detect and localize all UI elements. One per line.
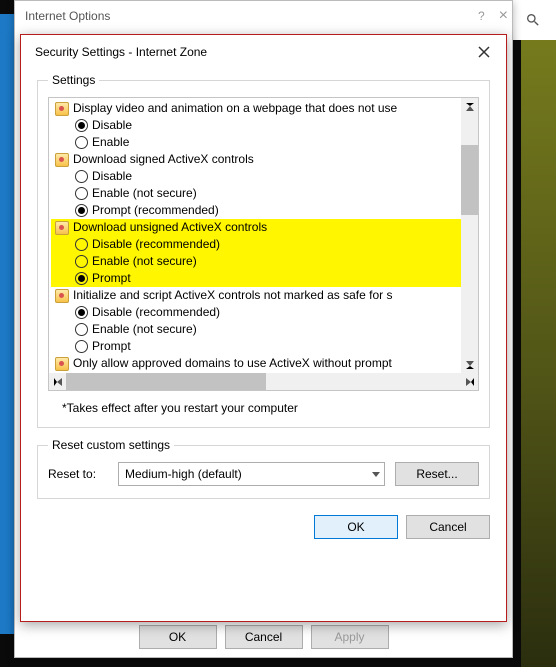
vertical-scrollbar[interactable] xyxy=(461,98,478,373)
settings-fieldset: Settings Display video and animation on … xyxy=(37,73,490,428)
vertical-scroll-thumb[interactable] xyxy=(461,145,478,215)
settings-group: Display video and animation on a webpage… xyxy=(51,100,461,117)
settings-group-label: Only allow approved domains to use Activ… xyxy=(73,355,392,372)
settings-option-label: Disable (recommended) xyxy=(92,304,220,321)
radio-icon[interactable] xyxy=(75,136,88,149)
radio-icon[interactable] xyxy=(75,119,88,132)
horizontal-scrollbar[interactable] xyxy=(49,373,478,390)
settings-group-label: Initialize and script ActiveX controls n… xyxy=(73,287,392,304)
settings-option[interactable]: Prompt xyxy=(51,338,461,355)
settings-option[interactable]: Prompt (recommended) xyxy=(51,202,461,219)
settings-option[interactable]: Disable xyxy=(51,117,461,134)
activex-icon xyxy=(55,221,69,235)
settings-tree-viewport[interactable]: Display video and animation on a webpage… xyxy=(49,98,461,373)
scroll-right-arrow-icon[interactable] xyxy=(461,373,478,390)
browser-search-box[interactable] xyxy=(510,0,556,40)
close-icon xyxy=(478,46,490,58)
settings-option-label: Enable (not secure) xyxy=(92,321,197,338)
internet-options-title: Internet Options xyxy=(15,1,512,31)
scroll-up-arrow-icon[interactable] xyxy=(461,98,478,115)
settings-group: Only allow approved domains to use Activ… xyxy=(51,355,461,372)
radio-icon[interactable] xyxy=(75,187,88,200)
activex-icon xyxy=(55,102,69,116)
settings-option-label: Prompt xyxy=(92,270,131,287)
radio-icon[interactable] xyxy=(75,340,88,353)
radio-icon[interactable] xyxy=(75,238,88,251)
parent-apply-button: Apply xyxy=(311,625,389,649)
settings-group-label: Download signed ActiveX controls xyxy=(73,151,254,168)
ok-button[interactable]: OK xyxy=(314,515,398,539)
settings-tree: Display video and animation on a webpage… xyxy=(48,97,479,391)
settings-option[interactable]: Enable (not secure) xyxy=(51,253,461,270)
restart-note: *Takes effect after you restart your com… xyxy=(62,401,475,415)
dialog-title: Security Settings - Internet Zone xyxy=(35,45,207,59)
settings-option[interactable]: Prompt xyxy=(51,270,461,287)
settings-group: Download unsigned ActiveX controls xyxy=(51,219,461,236)
reset-level-value: Medium-high (default) xyxy=(125,467,242,481)
settings-legend: Settings xyxy=(48,73,99,87)
activex-icon xyxy=(55,357,69,371)
settings-option[interactable]: Disable (recommended) xyxy=(51,304,461,321)
reset-to-label: Reset to: xyxy=(48,467,108,481)
scroll-left-arrow-icon[interactable] xyxy=(49,373,66,390)
settings-option[interactable]: Enable (not secure) xyxy=(51,321,461,338)
parent-ok-button[interactable]: OK xyxy=(139,625,217,649)
reset-button[interactable]: Reset... xyxy=(395,462,479,486)
settings-group-label: Download unsigned ActiveX controls xyxy=(73,219,267,236)
settings-option-label: Enable (not secure) xyxy=(92,185,197,202)
radio-icon[interactable] xyxy=(75,306,88,319)
security-settings-dialog: Security Settings - Internet Zone Settin… xyxy=(20,34,507,622)
settings-group: Download signed ActiveX controls xyxy=(51,151,461,168)
activex-icon xyxy=(55,153,69,167)
close-icon[interactable]: × xyxy=(499,7,508,25)
settings-option-label: Disable (recommended) xyxy=(92,236,220,253)
activex-icon xyxy=(55,289,69,303)
settings-option[interactable]: Disable (recommended) xyxy=(51,236,461,253)
settings-option-label: Prompt (recommended) xyxy=(92,202,219,219)
dialog-close-button[interactable] xyxy=(472,40,496,64)
scroll-down-arrow-icon[interactable] xyxy=(461,356,478,373)
radio-icon[interactable] xyxy=(75,255,88,268)
horizontal-scroll-thumb[interactable] xyxy=(66,373,266,390)
radio-icon[interactable] xyxy=(75,323,88,336)
parent-cancel-button[interactable]: Cancel xyxy=(225,625,303,649)
chevron-down-icon xyxy=(372,472,380,477)
search-icon xyxy=(525,12,541,28)
settings-option-label: Enable xyxy=(92,134,129,151)
settings-option-label: Disable xyxy=(92,168,132,185)
settings-option[interactable]: Enable xyxy=(51,134,461,151)
reset-fieldset: Reset custom settings Reset to: Medium-h… xyxy=(37,438,490,499)
settings-option[interactable]: Enable (not secure) xyxy=(51,185,461,202)
radio-icon[interactable] xyxy=(75,204,88,217)
settings-group-label: Display video and animation on a webpage… xyxy=(73,100,397,117)
settings-group: Initialize and script ActiveX controls n… xyxy=(51,287,461,304)
settings-option-label: Disable xyxy=(92,117,132,134)
cancel-button[interactable]: Cancel xyxy=(406,515,490,539)
settings-option[interactable]: Disable xyxy=(51,168,461,185)
reset-legend: Reset custom settings xyxy=(48,438,174,452)
radio-icon[interactable] xyxy=(75,272,88,285)
settings-option-label: Prompt xyxy=(92,338,131,355)
settings-option-label: Enable (not secure) xyxy=(92,253,197,270)
reset-level-combobox[interactable]: Medium-high (default) xyxy=(118,462,385,486)
decorative-olive-panel xyxy=(521,0,556,667)
radio-icon[interactable] xyxy=(75,170,88,183)
help-icon[interactable]: ? xyxy=(478,9,485,23)
